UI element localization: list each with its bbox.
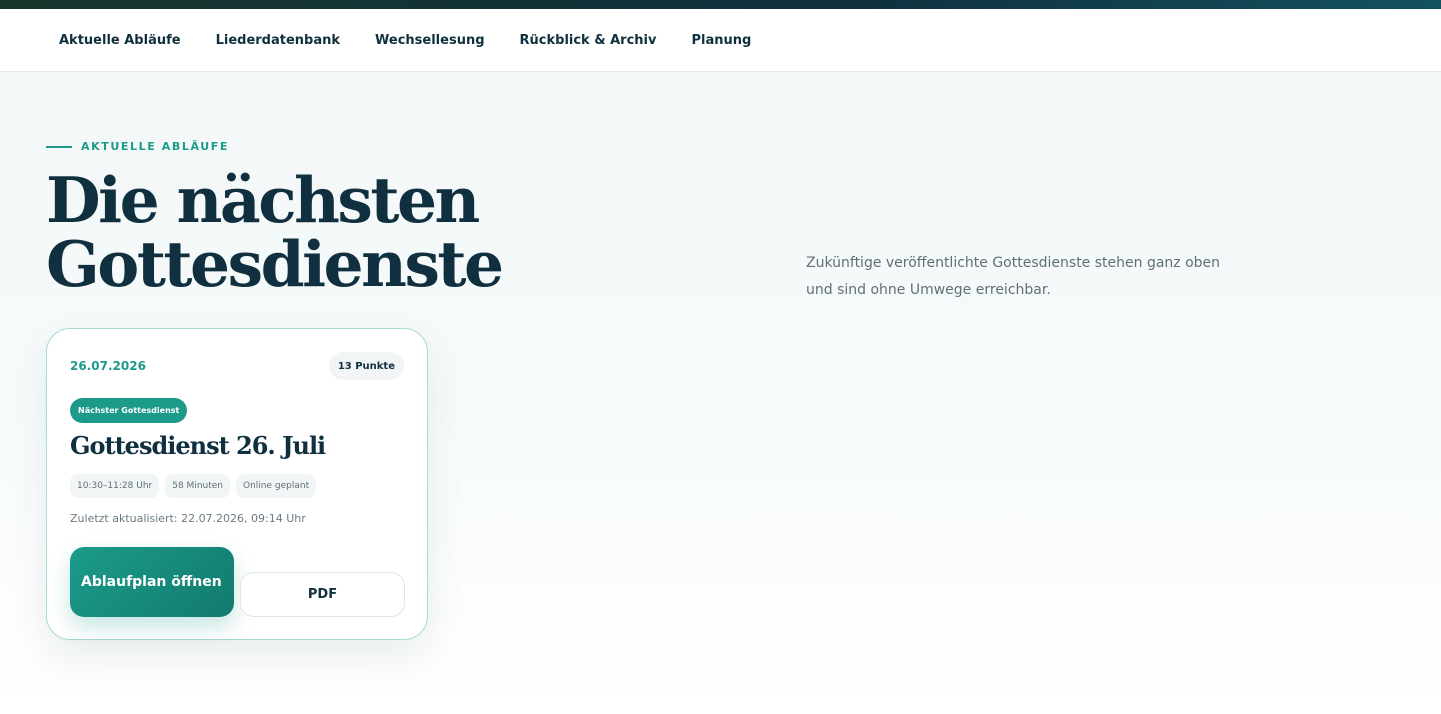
section-eyebrow: AKTUELLE ABLÄUFE bbox=[46, 140, 229, 153]
points-badge: 13 Punkte bbox=[328, 352, 404, 380]
last-updated-text: Zuletzt aktualisiert: 22.07.2026, 09:14 … bbox=[70, 512, 306, 525]
service-title: Gottesdienst 26. Juli bbox=[70, 431, 326, 460]
top-accent-bar bbox=[0, 0, 1441, 9]
page-title-line-1: Die nächsten bbox=[46, 163, 480, 237]
nav-item-planung[interactable]: Planung bbox=[691, 33, 751, 48]
time-chip: 10:30–11:28 Uhr bbox=[70, 474, 160, 498]
duration-chip: 58 Minuten bbox=[165, 474, 230, 498]
nav-item-aktuelle-ablaeufe[interactable]: Aktuelle Abläufe bbox=[59, 33, 181, 48]
eyebrow-divider bbox=[46, 145, 72, 148]
page-title: Die nächsten Gottesdienste bbox=[46, 168, 606, 296]
service-meta-chips: 10:30–11:28 Uhr 58 Minuten Online geplan… bbox=[70, 474, 322, 498]
intro-text: Zukünftige veröffentlichte Gottesdienste… bbox=[806, 255, 1221, 298]
service-date: 26.07.2026 bbox=[70, 359, 146, 373]
main-navigation: Aktuelle Abläufe Liederdatenbank Wechsel… bbox=[0, 9, 1441, 72]
online-chip: Online geplant bbox=[236, 474, 317, 498]
open-schedule-button[interactable]: Ablaufplan öffnen bbox=[70, 547, 234, 617]
pdf-button[interactable]: PDF bbox=[240, 572, 405, 617]
page-title-line-2: Gottesdienste bbox=[46, 227, 504, 301]
eyebrow-label: AKTUELLE ABLÄUFE bbox=[81, 140, 229, 153]
nav-item-rueckblick-archiv[interactable]: Rückblick & Archiv bbox=[520, 33, 657, 48]
nav-item-liederdatenbank[interactable]: Liederdatenbank bbox=[216, 33, 340, 48]
service-card: 26.07.2026 13 Punkte Nächster Gottesdien… bbox=[46, 328, 428, 640]
nav-item-wechsellesung[interactable]: Wechsellesung bbox=[375, 33, 485, 48]
next-service-badge: Nächster Gottesdienst bbox=[70, 398, 188, 423]
